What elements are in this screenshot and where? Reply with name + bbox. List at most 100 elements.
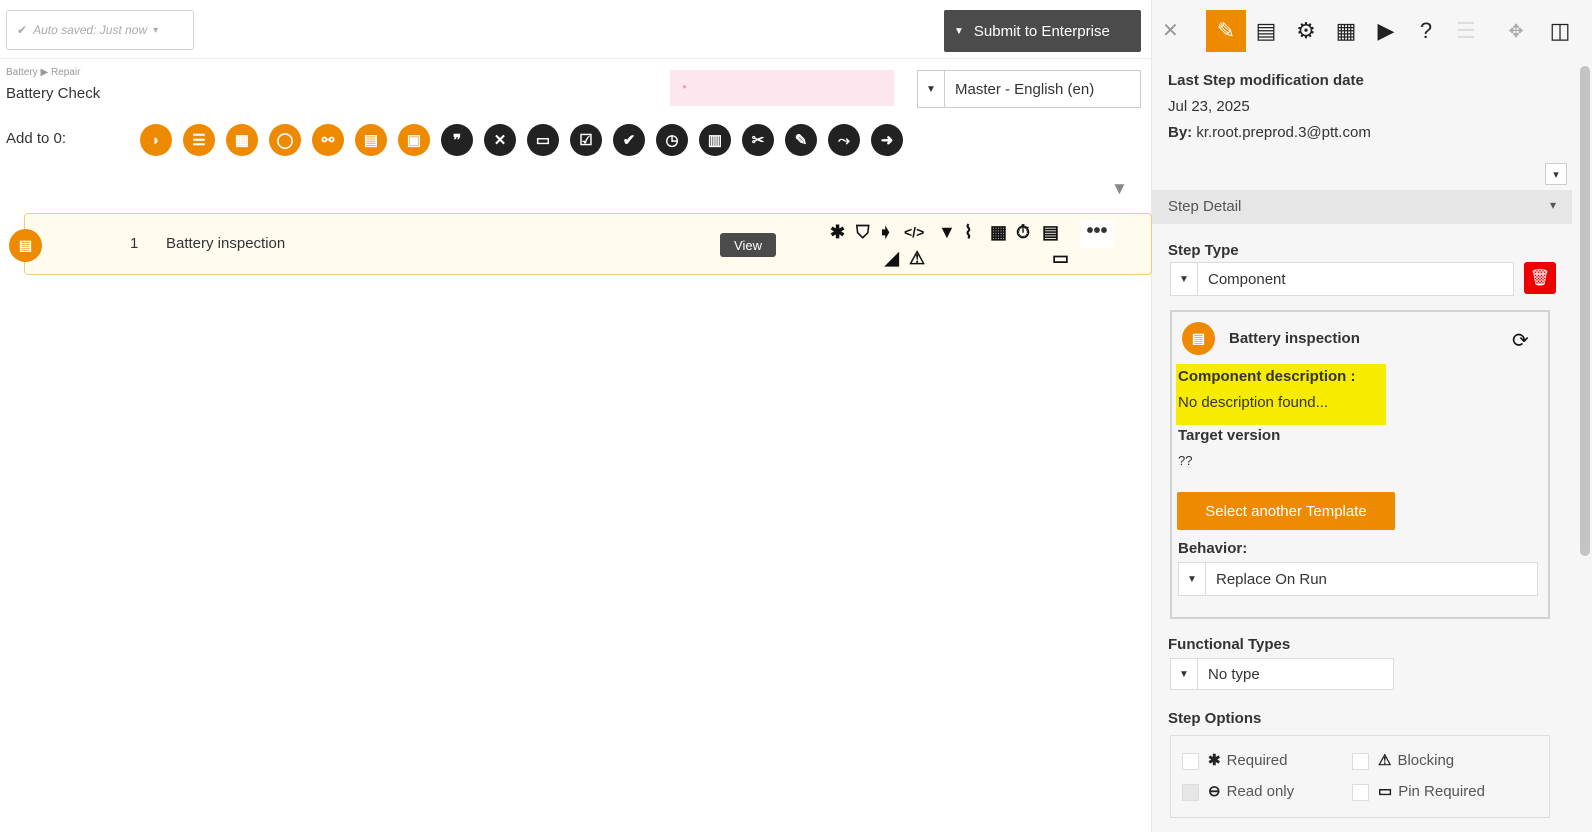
arrow-right-icon[interactable]: ➜ <box>871 124 903 156</box>
asterisk-icon: ✱ <box>830 222 846 242</box>
autosave-text: Auto saved: Just now <box>33 23 148 37</box>
tab-move-icon[interactable]: ✥ <box>1496 10 1536 52</box>
by-value: kr.root.preprod.3@ptt.com <box>1196 124 1371 141</box>
target-version-label: Target version <box>1178 427 1281 444</box>
breadcrumb-item[interactable]: Battery <box>6 67 38 78</box>
tools-icon[interactable]: ✂ <box>742 124 774 156</box>
caret-down-icon: ▼ <box>918 71 945 107</box>
functional-types-select[interactable]: ▼ No type <box>1170 658 1394 690</box>
blocking-label: Blocking <box>1397 752 1455 769</box>
xor-icon[interactable]: ✕ <box>484 124 516 156</box>
tab-edit-icon[interactable]: ✎ <box>1206 10 1246 52</box>
modified-by: By: kr.root.preprod.3@ptt.com <box>1168 124 1371 141</box>
warning-icon: ⚠ <box>1378 752 1392 769</box>
read-only-option: ⊖ Read only <box>1208 782 1294 800</box>
circle-icon[interactable]: ◯ <box>269 124 301 156</box>
close-icon[interactable]: ✕ <box>1162 18 1179 43</box>
step-options-box <box>1170 735 1550 818</box>
tab-help-icon[interactable]: ? <box>1406 10 1446 52</box>
refresh-icon[interactable]: ⟳ <box>1512 328 1529 353</box>
caret-down-icon: ▼ <box>1171 659 1198 689</box>
paperclip-icon: ⌇ <box>964 222 973 242</box>
right-panel-scrollbar[interactable] <box>1580 66 1590 556</box>
more-options-button[interactable]: ••• <box>1080 220 1114 248</box>
delete-button[interactable]: 🗑 <box>1524 262 1556 294</box>
behavior-select[interactable]: ▼ Replace On Run <box>1178 562 1538 596</box>
id-card-icon: ▭ <box>1378 783 1393 800</box>
road-icon: ◢ <box>885 248 899 268</box>
grid-icon: ▦ <box>990 222 1008 242</box>
checkbox-icon[interactable]: ✔ <box>613 124 645 156</box>
required-label: Required <box>1226 752 1288 769</box>
status-field[interactable]: ● <box>670 70 894 106</box>
calc-icon[interactable]: ▥ <box>699 124 731 156</box>
required-option: ✱ Required <box>1208 751 1287 769</box>
chevron-down-icon: ▾ <box>153 24 159 36</box>
step-type-label: Step Type <box>1168 242 1239 259</box>
stopwatch-icon: ⏱ <box>1016 222 1031 242</box>
list-icon[interactable]: ☰ <box>183 124 215 156</box>
page-title: Battery Check <box>6 85 101 102</box>
submit-to-enterprise-button[interactable]: ▼ Submit to Enterprise <box>944 10 1141 52</box>
caret-down-icon: ▼ <box>954 25 964 37</box>
step-name[interactable]: Battery inspection <box>166 235 285 252</box>
card-icon[interactable]: ▭ <box>527 124 559 156</box>
breadcrumb: Battery ▶ Repair <box>6 67 80 78</box>
warning-icon: ⚠ <box>909 248 926 268</box>
branch-icon[interactable]: ⤳ <box>828 124 860 156</box>
pin-required-checkbox[interactable] <box>1352 784 1369 801</box>
required-checkbox[interactable] <box>1182 753 1199 770</box>
pin-required-option: ▭ Pin Required <box>1378 782 1485 800</box>
tab-document-icon[interactable]: ▦ <box>1326 10 1366 52</box>
filter-icon: ▼ <box>938 222 956 242</box>
view-button[interactable]: View <box>720 233 776 257</box>
blocking-option: ⚠ Blocking <box>1378 751 1454 769</box>
film-icon[interactable]: ▣ <box>398 124 430 156</box>
tab-play-icon[interactable]: ▶ <box>1366 10 1406 52</box>
code-icon: </> <box>904 224 925 240</box>
add-to-label: Add to 0: <box>6 130 67 147</box>
autosave-dropdown[interactable]: ✔ Auto saved: Just now ▾ <box>6 10 194 50</box>
select-template-button[interactable]: Select another Template <box>1177 492 1395 530</box>
trash-icon: 🗑 <box>1529 270 1551 287</box>
read-only-label: Read only <box>1226 783 1295 800</box>
tags-icon: ➧ <box>878 222 894 242</box>
half-circle-icon[interactable]: ◗ <box>140 124 172 156</box>
last-mod-date: Jul 23, 2025 <box>1168 98 1250 115</box>
table-icon[interactable]: ▦ <box>226 124 258 156</box>
submit-label: Submit to Enterprise <box>973 22 1110 40</box>
checklist-icon[interactable]: ☑ <box>570 124 602 156</box>
collapse-button[interactable]: ▾ <box>1545 163 1567 185</box>
functional-types-value: No type <box>1208 665 1260 683</box>
blocking-checkbox[interactable] <box>1352 753 1369 770</box>
tab-clipboard-icon[interactable]: ▤ <box>1246 10 1286 52</box>
tab-list-icon[interactable]: ☰ <box>1446 10 1486 52</box>
read-only-checkbox[interactable] <box>1182 784 1199 801</box>
filter-icon[interactable]: ▼ <box>1111 179 1128 199</box>
component-name: Battery inspection <box>1229 330 1360 347</box>
clock-icon[interactable]: ◷ <box>656 124 688 156</box>
tab-add-panel-icon[interactable]: ◫ <box>1540 10 1580 52</box>
step-type-select[interactable]: ▼ Component <box>1170 262 1514 296</box>
behavior-label: Behavior: <box>1178 540 1248 557</box>
component-desc-label: Component description : <box>1178 368 1356 385</box>
by-label: By: <box>1168 124 1193 141</box>
step-type-value: Component <box>1208 270 1286 288</box>
chevron-down-icon: ▾ <box>1549 198 1556 212</box>
language-select[interactable]: ▼ Master - English (en) <box>917 70 1141 108</box>
id-card-icon: ▭ <box>1052 248 1070 268</box>
asterisk-icon: ✱ <box>1208 752 1221 769</box>
status-dot-icon: ● <box>682 82 687 91</box>
functional-types-label: Functional Types <box>1168 636 1291 653</box>
tab-gear-icon[interactable]: ⚙ <box>1286 10 1326 52</box>
check-icon: ✔ <box>17 23 28 37</box>
behavior-value: Replace On Run <box>1216 570 1327 588</box>
step-number: 1 <box>130 235 139 252</box>
link-icon[interactable]: ⚯ <box>312 124 344 156</box>
quote-icon[interactable]: ❞ <box>441 124 473 156</box>
step-detail-header[interactable]: Step Detail ▾ <box>1152 190 1572 224</box>
edit-icon[interactable]: ✎ <box>785 124 817 156</box>
calculator-icon[interactable]: ▤ <box>355 124 387 156</box>
breadcrumb-item[interactable]: Repair <box>51 67 80 78</box>
breadcrumb-separator-icon: ▶ <box>40 67 51 78</box>
